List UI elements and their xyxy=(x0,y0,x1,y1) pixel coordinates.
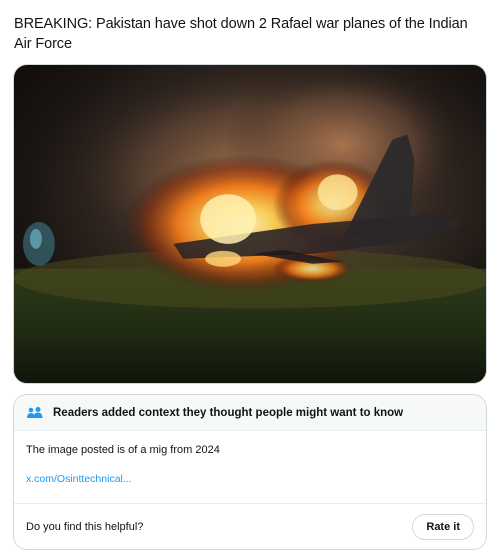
rate-it-button[interactable]: Rate it xyxy=(412,513,474,540)
community-note-source-link[interactable]: x.com/Osinttechnical... xyxy=(26,473,132,485)
community-note: Readers added context they thought peopl… xyxy=(13,394,487,550)
people-icon xyxy=(26,406,44,420)
community-note-text: The image posted is of a mig from 2024 xyxy=(26,444,220,456)
tweet-photo[interactable] xyxy=(13,64,487,384)
community-note-footer: Do you find this helpful? Rate it xyxy=(14,503,486,549)
burning-aircraft-photo xyxy=(14,65,486,383)
helpful-question: Do you find this helpful? xyxy=(26,520,144,533)
tweet-text: BREAKING: Pakistan have shot down 2 Rafa… xyxy=(14,16,468,52)
community-note-title: Readers added context they thought peopl… xyxy=(53,406,404,419)
community-note-header: Readers added context they thought peopl… xyxy=(14,395,486,431)
